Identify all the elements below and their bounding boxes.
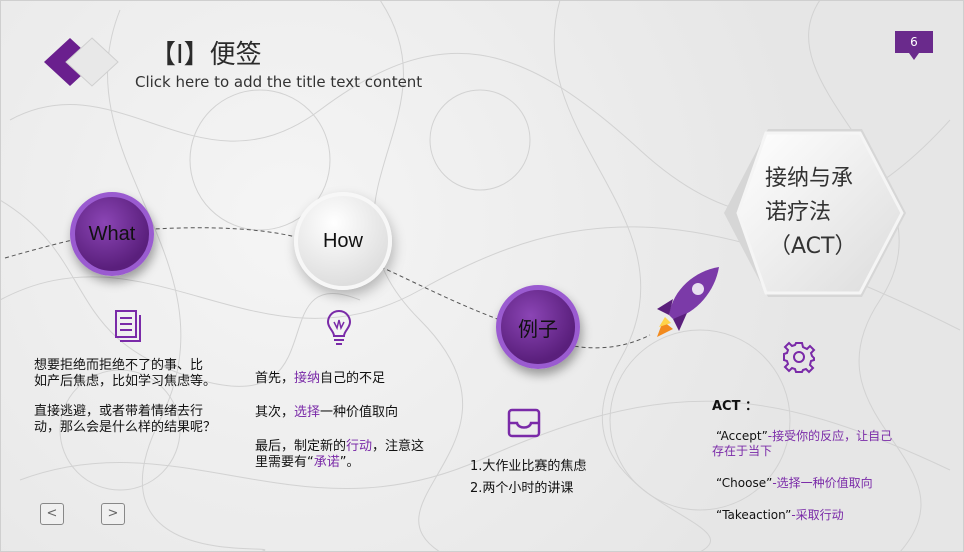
slide: 【I】便签 Click here to add the title text c… [0, 0, 964, 552]
how-description: 首先，接纳自己的不足 其次，选择一种价值取向 最后，制定新的行动，注意这 里需要… [255, 371, 424, 471]
act-accept-key: “Accept” [716, 429, 768, 443]
example-circle[interactable]: 例子 [496, 285, 580, 369]
act-hex-line-1: 接纳与承 [765, 166, 854, 191]
lightbulb-icon [326, 309, 352, 345]
what-label: What [88, 222, 136, 245]
logo-icon [44, 37, 119, 87]
how-step-3-highlight: 行动 [346, 439, 373, 454]
next-slide-button[interactable]: > [101, 503, 125, 525]
how-label: How [322, 229, 363, 252]
act-accept-value-2: 存在于当下 [712, 444, 773, 458]
page-title[interactable]: 【I】便签 [150, 34, 262, 71]
how-step-1-suffix: 自己的不足 [320, 371, 386, 386]
how-step-1: 首先，接纳自己的不足 [255, 371, 424, 387]
act-choose: “Choose”-选择一种价值取向 [716, 475, 873, 491]
act-takeaction: “Takeaction”-采取行动 [716, 507, 844, 523]
what-line-4: 动，那么会是什么样的结果呢？ [34, 420, 217, 435]
inbox-icon [507, 408, 541, 438]
how-step-2: 其次，选择一种价值取向 [255, 405, 424, 421]
act-hex-line-3: （ACT） [769, 234, 857, 259]
act-takeaction-value: -采取行动 [791, 508, 844, 522]
rocket-icon [657, 267, 719, 337]
how-step-1-highlight: 接纳 [294, 371, 321, 386]
how-step-3: 最后，制定新的行动，注意这 [255, 439, 424, 455]
act-takeaction-key: “Takeaction” [716, 508, 792, 522]
how-step-4-highlight: 承诺 [313, 455, 340, 470]
prev-slide-button[interactable]: < [40, 503, 64, 525]
act-choose-value: -选择一种价值取向 [772, 476, 873, 490]
example-label: 例子 [518, 316, 558, 341]
example-line-1: 1.大作业比赛的焦虑 [470, 459, 587, 474]
how-step-4-suffix: ”。 [339, 455, 360, 470]
page-subtitle[interactable]: Click here to add the title text content [135, 73, 422, 91]
what-line-3: 直接逃避，或者带着情绪去行 [34, 404, 204, 419]
how-step-4-prefix: 里需要有“ [255, 455, 314, 470]
act-choose-key: “Choose” [716, 476, 773, 490]
page-number-badge: 6 [895, 31, 933, 60]
what-circle[interactable]: What [70, 192, 154, 276]
how-step-1-prefix: 首先， [255, 371, 295, 386]
how-step-2-prefix: 其次， [255, 405, 295, 420]
act-accept: “Accept”-接受你的反应，让自己 存在于当下 [712, 429, 892, 459]
act-hex-title: 接纳与承 诺疗法 （ACT） [765, 162, 856, 264]
how-step-3-suffix: ，注意这 [372, 439, 425, 454]
how-step-3-prefix: 最后，制定新的 [255, 439, 347, 454]
act-hex-line-2: 诺疗法 [765, 200, 832, 225]
how-step-2-suffix: 一种价值取向 [320, 405, 399, 420]
act-accept-value-1: -接受你的反应，让自己 [767, 429, 893, 443]
how-circle[interactable]: How [294, 192, 392, 290]
gear-icon [783, 341, 816, 374]
what-line-1: 想要拒绝而拒绝不了的事、比 [34, 358, 204, 373]
document-icon [115, 310, 141, 342]
how-step-2-highlight: 选择 [294, 405, 321, 420]
example-line-2: 2.两个小时的讲课 [470, 481, 574, 496]
example-description: 1.大作业比赛的焦虑 2.两个小时的讲课 [470, 456, 586, 500]
what-line-2: 如产后焦虑，比如学习焦虑等。 [34, 374, 217, 389]
act-heading: ACT ： [712, 399, 758, 414]
what-description: 想要拒绝而拒绝不了的事、比 如产后焦虑，比如学习焦虑等。 直接逃避，或者带着情绪… [34, 358, 216, 436]
how-step-4: 里需要有“承诺”。 [255, 455, 424, 471]
